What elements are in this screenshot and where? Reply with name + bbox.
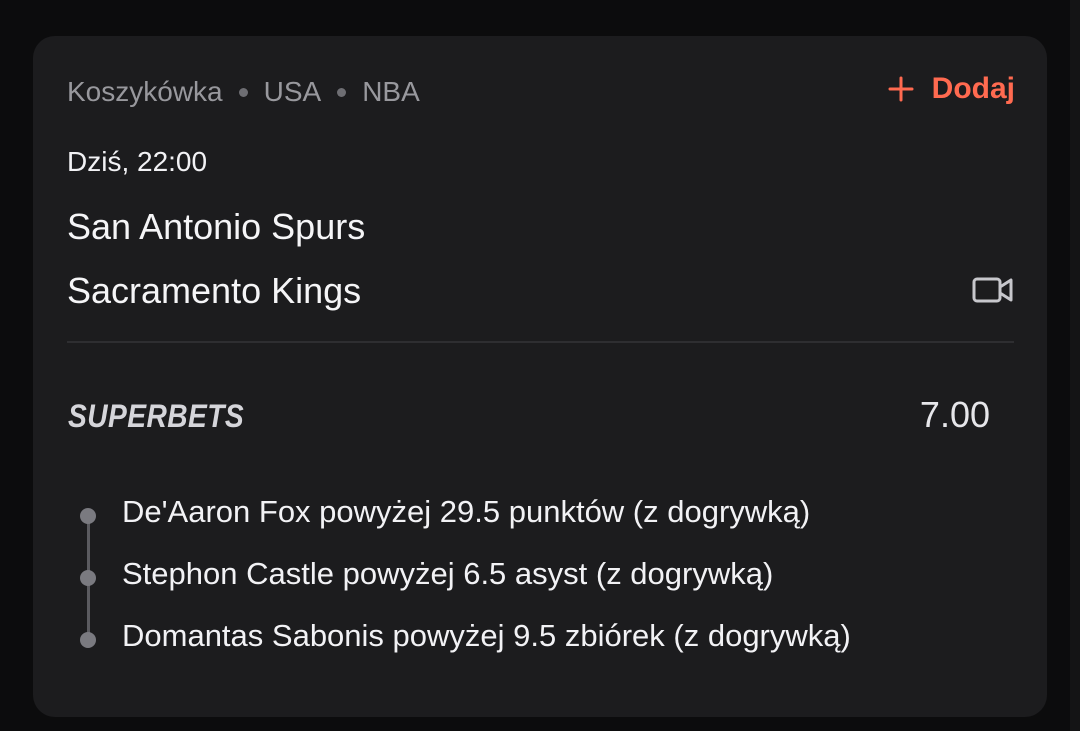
add-button[interactable]: Dodaj [888, 72, 1015, 106]
breadcrumb-country[interactable]: USA [264, 76, 322, 108]
add-button-label: Dodaj [931, 72, 1015, 105]
separator-dot [337, 87, 347, 97]
home-team[interactable]: San Antonio Spurs [67, 206, 365, 248]
superbets-title: SUPERBETS [68, 398, 245, 434]
away-team[interactable]: Sacramento Kings [67, 270, 361, 312]
breadcrumb: Koszykówka USA NBA [67, 76, 420, 108]
separator-dot [238, 87, 248, 97]
bet-selection: Domantas Sabonis powyżej 9.5 zbiórek (z … [33, 618, 993, 662]
video-camera-icon[interactable] [972, 275, 1014, 305]
breadcrumb-sport[interactable]: Koszykówka [67, 76, 223, 108]
timeline-dot [80, 570, 96, 586]
timeline-dot [80, 508, 96, 524]
match-time: Dziś, 22:00 [67, 146, 208, 177]
scrollbar-track[interactable] [1070, 0, 1080, 731]
match-card[interactable]: Koszykówka USA NBA Dodaj Dziś, 22:00 San… [33, 36, 1047, 717]
breadcrumb-league[interactable]: NBA [362, 76, 420, 108]
timeline-dot [80, 632, 96, 648]
bet-selection: Stephon Castle powyżej 6.5 asyst (z dogr… [33, 556, 993, 600]
bet-selection-text: Stephon Castle powyżej 6.5 asyst (z dogr… [122, 556, 774, 591]
divider [67, 341, 1014, 343]
bet-selection-text: De'Aaron Fox powyżej 29.5 punktów (z dog… [122, 494, 811, 529]
bet-selection: De'Aaron Fox powyżej 29.5 punktów (z dog… [33, 494, 993, 538]
plus-icon [888, 76, 914, 102]
bet-selection-text: Domantas Sabonis powyżej 9.5 zbiórek (z … [122, 618, 851, 653]
superbets-odds[interactable]: 7.00 [920, 394, 990, 436]
